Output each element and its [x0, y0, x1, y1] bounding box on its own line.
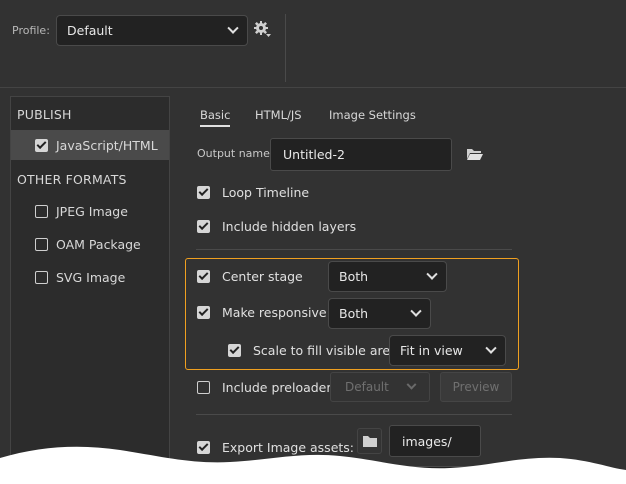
output-name-label: Output name: [197, 147, 274, 160]
make-responsive-select[interactable]: Both [328, 298, 431, 329]
profile-select[interactable]: Default [56, 15, 248, 46]
tab-image-settings[interactable]: Image Settings [329, 108, 416, 122]
sidebar-item-svg[interactable]: SVG Image [35, 270, 125, 285]
format-sidebar: PUBLISH JavaScript/HTML OTHER FORMATS JP… [10, 96, 170, 476]
make-responsive-label: Make responsive [222, 305, 327, 320]
header-divider [0, 87, 626, 88]
preloader-select[interactable]: Default [330, 372, 430, 402]
include-preloader-label: Include preloader [222, 380, 332, 395]
scale-fill-option[interactable]: Scale to fill visible area [228, 343, 398, 358]
sidebar-item-label: JavaScript/HTML [56, 137, 158, 153]
center-stage-option[interactable]: Center stage [197, 269, 303, 284]
chevron-down-icon [426, 268, 438, 280]
center-stage-select[interactable]: Both [328, 261, 447, 292]
center-stage-label: Center stage [222, 269, 303, 284]
checkbox-center-stage[interactable] [197, 270, 210, 283]
output-browse-button[interactable] [464, 145, 486, 163]
tab-html-js[interactable]: HTML/JS [255, 108, 302, 122]
checkbox-jpeg[interactable] [35, 205, 48, 218]
make-responsive-value: Both [339, 306, 369, 321]
chevron-down-icon [227, 22, 239, 34]
profile-select-value: Default [67, 23, 113, 38]
sidebar-item-label: OAM Package [56, 237, 141, 252]
sidebar-item-javascript-html[interactable]: JavaScript/HTML [11, 130, 169, 160]
divider [196, 414, 512, 415]
folder-open-icon [467, 149, 483, 160]
checkbox-scale-fill[interactable] [228, 344, 241, 357]
include-preloader-option[interactable]: Include preloader [197, 380, 332, 395]
tab-basic[interactable]: Basic [200, 108, 231, 127]
preloader-preview-button[interactable]: Preview [440, 372, 512, 402]
loop-timeline-label: Loop Timeline [222, 185, 310, 200]
profile-label: Profile: [12, 24, 50, 37]
sidebar-item-jpeg[interactable]: JPEG Image [35, 204, 128, 219]
chevron-down-icon [410, 305, 422, 317]
chevron-down-icon [406, 379, 417, 390]
other-formats-heading: OTHER FORMATS [17, 172, 127, 187]
checkbox-svg[interactable] [35, 271, 48, 284]
make-responsive-option[interactable]: Make responsive [197, 305, 327, 320]
gear-icon [254, 21, 271, 37]
sidebar-item-label: JPEG Image [56, 204, 128, 219]
preloader-value: Default [345, 380, 389, 394]
scale-fill-value: Fit in view [400, 343, 463, 358]
torn-edge-decoration [0, 446, 626, 484]
scale-fill-label: Scale to fill visible area [253, 343, 398, 358]
include-hidden-label: Include hidden layers [222, 219, 357, 234]
scale-fill-select[interactable]: Fit in view [389, 335, 506, 366]
checkbox-javascript-html[interactable] [35, 138, 48, 152]
checkbox-loop-timeline[interactable] [197, 186, 210, 199]
checkbox-oam[interactable] [35, 238, 48, 251]
checkbox-include-hidden[interactable] [197, 220, 210, 233]
sidebar-item-oam[interactable]: OAM Package [35, 237, 141, 252]
center-stage-value: Both [339, 269, 369, 284]
sidebar-item-label: SVG Image [56, 270, 126, 285]
checkbox-include-preloader[interactable] [197, 381, 210, 394]
chevron-down-icon [485, 342, 497, 354]
loop-timeline-option[interactable]: Loop Timeline [197, 185, 309, 200]
checkbox-make-responsive[interactable] [197, 306, 210, 319]
publish-heading: PUBLISH [17, 107, 72, 122]
divider [196, 249, 512, 250]
toolbar-divider [285, 14, 286, 82]
output-name-input[interactable]: Untitled-2 [270, 138, 452, 171]
include-hidden-option[interactable]: Include hidden layers [197, 219, 356, 234]
profile-settings-button[interactable] [253, 19, 273, 41]
